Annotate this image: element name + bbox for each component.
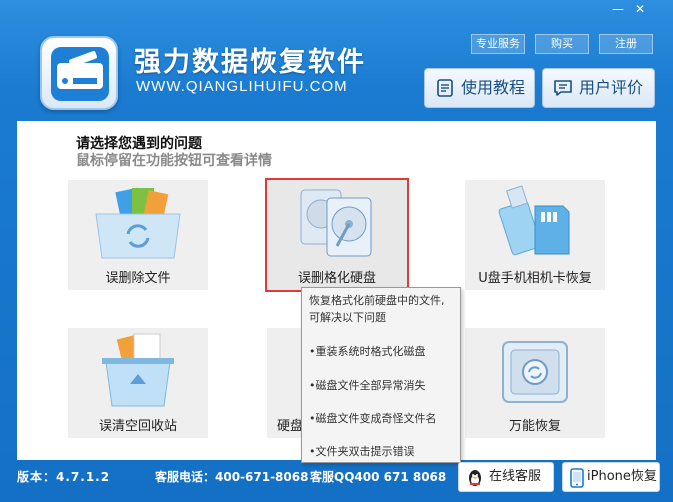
iphone-recovery-label: iPhone恢复 [587, 469, 657, 484]
tooltip-line: •重装系统时格式化磁盘 [309, 345, 426, 358]
card-label: 万能恢复 [508, 419, 561, 434]
close-button[interactable]: ✕ [630, 2, 650, 16]
app-window: — ✕ 强力数据恢复软件 WWW.QIANGLIHUIFU.COM 专业服务 购… [0, 0, 673, 502]
pro-service-button[interactable]: 专业服务 [471, 34, 525, 54]
card-label: 误删格化硬盘 [297, 271, 376, 286]
hard-drive-logo-icon [51, 47, 109, 101]
tutorial-button[interactable]: 使用教程 [424, 68, 535, 108]
online-service-button[interactable]: 在线客服 [458, 462, 554, 492]
app-logo [40, 36, 118, 110]
phone-text: 客服电话：400-671-8068 [155, 470, 309, 484]
minimize-button[interactable]: — [608, 2, 628, 16]
recycle-bin-icon [102, 333, 174, 407]
card-label: U盘手机相机卡恢复 [478, 271, 592, 286]
prompt-subtitle: 鼠标停留在功能按钮可查看详情 [76, 153, 272, 169]
format-disk-tooltip: 恢复格式化前硬盘中的文件, 可解决以下问题 •重装系统时格式化磁盘 •磁盘文件全… [301, 287, 461, 463]
qq-text: 客服QQ400 671 8068 [310, 470, 447, 484]
version-text: 版本：4.7.1.2 [17, 470, 111, 484]
iphone-recovery-button[interactable]: iPhone恢复 [562, 462, 660, 492]
folder-recycle-icon [95, 187, 181, 259]
app-title: 强力数据恢复软件 [134, 47, 366, 78]
usb-sdcard-icon [498, 185, 570, 256]
review-label: 用户评价 [579, 78, 644, 97]
card-label: 误清空回收站 [98, 419, 177, 434]
buy-button[interactable]: 购买 [535, 34, 589, 54]
card-label: 误删除文件 [105, 271, 171, 286]
tooltip-line: 恢复格式化前硬盘中的文件, [309, 294, 445, 307]
iphone-icon [570, 468, 584, 488]
online-service-label: 在线客服 [489, 469, 542, 484]
card-deleted-files[interactable]: 误删除文件 [68, 180, 208, 290]
tooltip-line: •磁盘文件变成奇怪文件名 [309, 412, 437, 425]
tooltip-line: •磁盘文件全部异常消失 [309, 379, 426, 392]
app-url: WWW.QIANGLIHUIFU.COM [136, 78, 348, 95]
review-button[interactable]: 用户评价 [542, 68, 655, 108]
tutorial-label: 使用教程 [461, 78, 526, 97]
hard-disk-icon [300, 189, 372, 257]
document-icon [437, 79, 453, 97]
card-formatted-disk[interactable]: 误删格化硬盘 [265, 178, 409, 292]
card-recycle-bin[interactable]: 误清空回收站 [68, 328, 208, 438]
card-usb-camera-card[interactable]: U盘手机相机卡恢复 [465, 180, 605, 290]
tooltip-line: 可解决以下问题 [309, 311, 386, 324]
card-universal-recovery[interactable]: 万能恢复 [465, 328, 605, 438]
safe-box-icon [502, 341, 568, 403]
tooltip-line: •文件夹双击提示错误 [309, 445, 415, 458]
comment-icon [554, 80, 572, 96]
register-button[interactable]: 注册 [599, 34, 653, 54]
qq-penguin-icon [469, 470, 481, 486]
